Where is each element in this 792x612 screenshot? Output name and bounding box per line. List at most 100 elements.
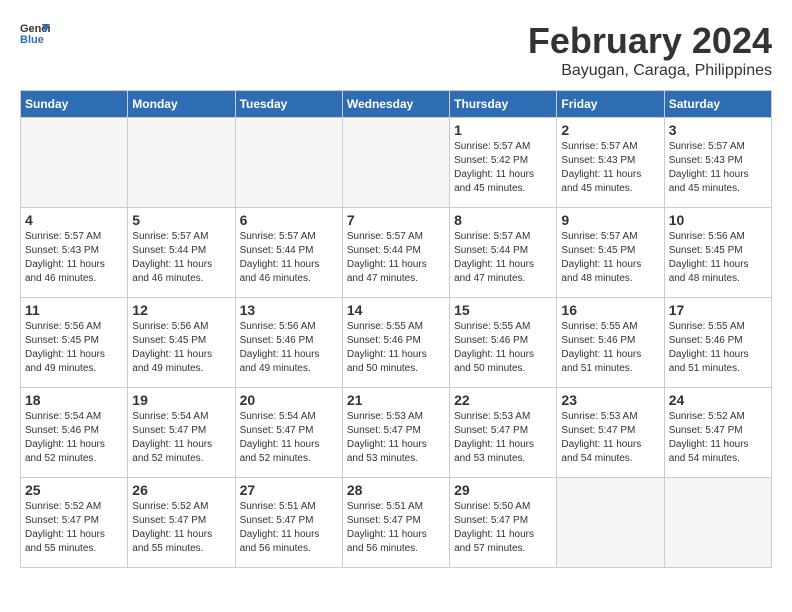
calendar-day-cell: 20 Sunrise: 5:54 AMSunset: 5:47 PMDayligh… — [235, 388, 342, 478]
calendar-day-cell: 4Sunrise: 5:57 AMSunset: 5:43 PMDaylight… — [21, 208, 128, 298]
day-info: Sunrise: 5:52 AMSunset: 5:47 PMDaylight:… — [132, 500, 230, 556]
day-number: 28 — [347, 482, 445, 498]
day-info: Sunrise: 5:54 AMSunset: 5:47 PMDaylight:… — [240, 410, 338, 466]
weekday-header: Monday — [128, 91, 235, 118]
day-number: 29 — [454, 482, 552, 498]
day-number: 26 — [132, 482, 230, 498]
day-number: 12 — [132, 302, 230, 318]
svg-text:Blue: Blue — [20, 34, 44, 44]
day-number: 11 — [25, 302, 123, 318]
calendar-day-cell: 1 Sunrise: 5:57 AMSunset: 5:42 PMDaylight… — [450, 118, 557, 208]
day-info: Sunrise: 5:55 AMSunset: 5:46 PMDaylight:… — [669, 320, 767, 376]
calendar-day-cell — [557, 478, 664, 568]
day-number: 1 — [454, 122, 552, 138]
day-number: 3 — [669, 122, 767, 138]
calendar-week-row: 1 Sunrise: 5:57 AMSunset: 5:42 PMDaylight… — [21, 118, 772, 208]
day-info: Sunrise: 5:57 AMSunset: 5:42 PMDaylight:… — [454, 140, 552, 196]
calendar-day-cell — [128, 118, 235, 208]
day-info: Sunrise: 5:56 AMSunset: 5:46 PMDaylight:… — [240, 320, 338, 376]
day-info: Sunrise: 5:56 AMSunset: 5:45 PMDaylight:… — [132, 320, 230, 376]
calendar-week-row: 4Sunrise: 5:57 AMSunset: 5:43 PMDaylight… — [21, 208, 772, 298]
day-info: Sunrise: 5:52 AMSunset: 5:47 PMDaylight:… — [25, 500, 123, 556]
day-info: Sunrise: 5:57 AMSunset: 5:44 PMDaylight:… — [454, 230, 552, 286]
day-number: 2 — [561, 122, 659, 138]
day-info: Sunrise: 5:57 AMSunset: 5:44 PMDaylight:… — [347, 230, 445, 286]
calendar-week-row: 11 Sunrise: 5:56 AMSunset: 5:45 PMDayligh… — [21, 298, 772, 388]
calendar-day-cell: 9Sunrise: 5:57 AMSunset: 5:45 PMDaylight… — [557, 208, 664, 298]
day-info: Sunrise: 5:55 AMSunset: 5:46 PMDaylight:… — [347, 320, 445, 376]
weekday-header: Thursday — [450, 91, 557, 118]
calendar-day-cell: 21 Sunrise: 5:53 AMSunset: 5:47 PMDayligh… — [342, 388, 449, 478]
calendar-day-cell: 11 Sunrise: 5:56 AMSunset: 5:45 PMDayligh… — [21, 298, 128, 388]
calendar-day-cell — [664, 478, 771, 568]
calendar-week-row: 18 Sunrise: 5:54 AMSunset: 5:46 PMDayligh… — [21, 388, 772, 478]
location-title: Bayugan, Caraga, Philippines — [528, 62, 772, 80]
day-info: Sunrise: 5:57 AMSunset: 5:43 PMDaylight:… — [669, 140, 767, 196]
day-info: Sunrise: 5:55 AMSunset: 5:46 PMDaylight:… — [454, 320, 552, 376]
calendar-day-cell: 16 Sunrise: 5:55 AMSunset: 5:46 PMDayligh… — [557, 298, 664, 388]
logo: General Blue — [20, 20, 50, 44]
calendar-day-cell — [235, 118, 342, 208]
calendar-day-cell: 28Sunrise: 5:51 AMSunset: 5:47 PMDayligh… — [342, 478, 449, 568]
day-number: 21 — [347, 392, 445, 408]
calendar-day-cell — [21, 118, 128, 208]
calendar-day-cell: 22 Sunrise: 5:53 AMSunset: 5:47 PMDayligh… — [450, 388, 557, 478]
calendar-day-cell: 25 Sunrise: 5:52 AMSunset: 5:47 PMDayligh… — [21, 478, 128, 568]
day-info: Sunrise: 5:52 AMSunset: 5:47 PMDaylight:… — [669, 410, 767, 466]
day-number: 8 — [454, 212, 552, 228]
day-info: Sunrise: 5:51 AMSunset: 5:47 PMDaylight:… — [240, 500, 338, 556]
calendar-day-cell: 2 Sunrise: 5:57 AMSunset: 5:43 PMDaylight… — [557, 118, 664, 208]
logo-icon: General Blue — [20, 20, 50, 44]
calendar-day-cell: 3 Sunrise: 5:57 AMSunset: 5:43 PMDaylight… — [664, 118, 771, 208]
header: General Blue February 2024 Bayugan, Cara… — [20, 20, 772, 80]
day-number: 4 — [25, 212, 123, 228]
day-number: 25 — [25, 482, 123, 498]
day-number: 23 — [561, 392, 659, 408]
day-number: 22 — [454, 392, 552, 408]
day-number: 7 — [347, 212, 445, 228]
day-info: Sunrise: 5:53 AMSunset: 5:47 PMDaylight:… — [454, 410, 552, 466]
calendar-day-cell: 17 Sunrise: 5:55 AMSunset: 5:46 PMDayligh… — [664, 298, 771, 388]
calendar-day-cell: 6Sunrise: 5:57 AMSunset: 5:44 PMDaylight… — [235, 208, 342, 298]
day-info: Sunrise: 5:56 AMSunset: 5:45 PMDaylight:… — [669, 230, 767, 286]
calendar-day-cell: 10 Sunrise: 5:56 AMSunset: 5:45 PMDayligh… — [664, 208, 771, 298]
calendar-day-cell: 15Sunrise: 5:55 AMSunset: 5:46 PMDayligh… — [450, 298, 557, 388]
calendar-day-cell: 8 Sunrise: 5:57 AMSunset: 5:44 PMDaylight… — [450, 208, 557, 298]
day-info: Sunrise: 5:53 AMSunset: 5:47 PMDaylight:… — [347, 410, 445, 466]
day-number: 16 — [561, 302, 659, 318]
calendar-week-row: 25 Sunrise: 5:52 AMSunset: 5:47 PMDayligh… — [21, 478, 772, 568]
calendar-table: SundayMondayTuesdayWednesdayThursdayFrid… — [20, 90, 772, 568]
day-number: 17 — [669, 302, 767, 318]
day-number: 24 — [669, 392, 767, 408]
calendar-day-cell: 7 Sunrise: 5:57 AMSunset: 5:44 PMDaylight… — [342, 208, 449, 298]
day-number: 18 — [25, 392, 123, 408]
calendar-day-cell: 5Sunrise: 5:57 AMSunset: 5:44 PMDaylight… — [128, 208, 235, 298]
day-number: 19 — [132, 392, 230, 408]
day-info: Sunrise: 5:55 AMSunset: 5:46 PMDaylight:… — [561, 320, 659, 376]
calendar-day-cell: 24 Sunrise: 5:52 AMSunset: 5:47 PMDayligh… — [664, 388, 771, 478]
calendar-day-cell — [342, 118, 449, 208]
calendar-day-cell: 13 Sunrise: 5:56 AMSunset: 5:46 PMDayligh… — [235, 298, 342, 388]
day-info: Sunrise: 5:54 AMSunset: 5:46 PMDaylight:… — [25, 410, 123, 466]
day-info: Sunrise: 5:53 AMSunset: 5:47 PMDaylight:… — [561, 410, 659, 466]
weekday-header-row: SundayMondayTuesdayWednesdayThursdayFrid… — [21, 91, 772, 118]
day-info: Sunrise: 5:57 AMSunset: 5:43 PMDaylight:… — [561, 140, 659, 196]
day-number: 27 — [240, 482, 338, 498]
calendar-day-cell: 18 Sunrise: 5:54 AMSunset: 5:46 PMDayligh… — [21, 388, 128, 478]
day-number: 6 — [240, 212, 338, 228]
day-number: 10 — [669, 212, 767, 228]
calendar-day-cell: 27 Sunrise: 5:51 AMSunset: 5:47 PMDayligh… — [235, 478, 342, 568]
calendar-day-cell: 12 Sunrise: 5:56 AMSunset: 5:45 PMDayligh… — [128, 298, 235, 388]
weekday-header: Tuesday — [235, 91, 342, 118]
calendar-day-cell: 19 Sunrise: 5:54 AMSunset: 5:47 PMDayligh… — [128, 388, 235, 478]
calendar-day-cell: 23 Sunrise: 5:53 AMSunset: 5:47 PMDayligh… — [557, 388, 664, 478]
calendar-day-cell: 26 Sunrise: 5:52 AMSunset: 5:47 PMDayligh… — [128, 478, 235, 568]
day-number: 9 — [561, 212, 659, 228]
day-number: 14 — [347, 302, 445, 318]
day-number: 20 — [240, 392, 338, 408]
day-info: Sunrise: 5:57 AMSunset: 5:44 PMDaylight:… — [132, 230, 230, 286]
day-number: 13 — [240, 302, 338, 318]
day-info: Sunrise: 5:50 AMSunset: 5:47 PMDaylight:… — [454, 500, 552, 556]
day-info: Sunrise: 5:54 AMSunset: 5:47 PMDaylight:… — [132, 410, 230, 466]
day-info: Sunrise: 5:56 AMSunset: 5:45 PMDaylight:… — [25, 320, 123, 376]
